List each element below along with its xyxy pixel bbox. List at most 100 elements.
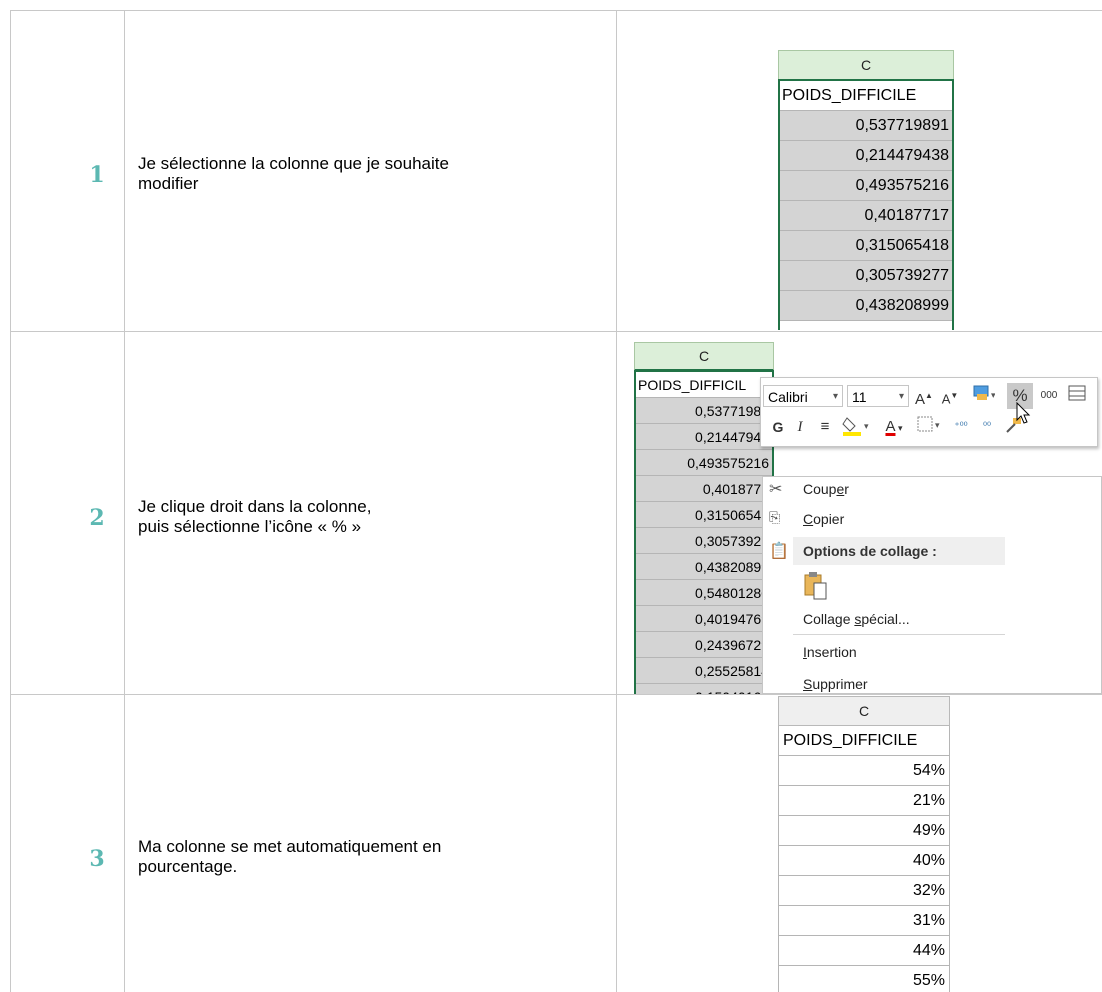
cell[interactable]: 0,214479438 bbox=[778, 141, 954, 171]
step-2-line-2: puis sélectionne l’icône « % » bbox=[138, 517, 362, 536]
cell[interactable]: 21% bbox=[778, 786, 950, 816]
col-divider-1 bbox=[124, 10, 125, 992]
increase-decimal-button[interactable]: ⁺⁰⁰ bbox=[949, 416, 973, 438]
scissors-icon: ✂ bbox=[769, 481, 783, 498]
step-3-line-2: pourcentage. bbox=[138, 857, 238, 876]
step-1-line-1: Je sélectionne la colonne que je souhait… bbox=[138, 154, 449, 173]
font-size-dropdown[interactable]: 11 ▾ bbox=[847, 385, 909, 407]
svg-text:▾: ▾ bbox=[864, 421, 869, 431]
menu-item-paste-special[interactable]: Collage spécial... bbox=[803, 611, 910, 627]
menu-item-cut[interactable]: Couper bbox=[803, 481, 849, 497]
fill-color-icon: ▾ bbox=[842, 417, 869, 436]
accelerator-key: e bbox=[836, 481, 845, 497]
step-2-line-1: Je clique droit dans la colonne, bbox=[138, 497, 372, 516]
cell[interactable]: 49% bbox=[778, 816, 950, 846]
chevron-down-icon: ▾ bbox=[895, 423, 903, 433]
cell[interactable]: 0,305739277 bbox=[778, 261, 954, 291]
cell[interactable]: 0,15040163 bbox=[634, 684, 774, 694]
cell[interactable]: 0,21447943 bbox=[634, 424, 774, 450]
cursor-icon bbox=[1016, 402, 1031, 424]
step-number-3: 3 bbox=[89, 846, 105, 872]
grow-font-icon: A bbox=[915, 391, 926, 408]
copy-icon: ⎘ bbox=[769, 509, 781, 525]
step-description-3: Ma colonne se met automatiquement en pou… bbox=[138, 837, 598, 877]
svg-text:▾: ▾ bbox=[935, 420, 940, 430]
cell-header[interactable]: POIDS_DIFFICILE bbox=[778, 81, 954, 111]
table-border-top bbox=[10, 10, 1102, 11]
font-name-dropdown[interactable]: Calibri ▾ bbox=[763, 385, 843, 407]
accelerator-key: s bbox=[854, 611, 862, 627]
bold-button[interactable]: G bbox=[769, 416, 787, 438]
clipboard-icon: 📋 bbox=[769, 543, 789, 560]
step-number-2: 2 bbox=[89, 505, 105, 531]
mini-toolbar: Calibri ▾ 11 ▾ A▲ A▼ ▾ % 000 G I ≡ ▾ A ▾… bbox=[760, 377, 1098, 447]
chevron-down-icon: ▾ bbox=[832, 391, 838, 402]
cell[interactable]: 0,493575216 bbox=[778, 171, 954, 201]
table-icon bbox=[1068, 385, 1086, 401]
cell-header[interactable]: POIDS_DIFFICILE bbox=[778, 726, 950, 756]
cell[interactable]: 54% bbox=[778, 756, 950, 786]
cell[interactable]: 0,40194769 bbox=[634, 606, 774, 632]
increase-decimal-icon: ⁺⁰⁰ bbox=[954, 421, 968, 432]
column-header-c[interactable]: C bbox=[778, 50, 954, 81]
excel-column-selected: C POIDS_DIFFICILE 0,537719891 0,21447943… bbox=[778, 50, 954, 330]
cell[interactable]: 0,31506541 bbox=[634, 502, 774, 528]
cell[interactable]: 0,315065418 bbox=[778, 231, 954, 261]
thousands-separator-button[interactable]: 000 bbox=[1037, 385, 1061, 407]
row-divider-1 bbox=[10, 331, 1102, 332]
font-color-icon: A bbox=[885, 418, 896, 435]
align-center-button[interactable]: ≡ bbox=[815, 416, 835, 438]
shrink-font-button[interactable]: A▼ bbox=[941, 385, 959, 410]
paste-icon bbox=[804, 572, 827, 600]
decrease-decimal-button[interactable]: ⁰⁰ bbox=[975, 416, 999, 438]
accelerator-key: I bbox=[803, 644, 807, 660]
cell[interactable]: 0,54801280 bbox=[634, 580, 774, 606]
font-color-button[interactable]: A ▾ bbox=[877, 416, 911, 439]
excel-column-rightclick: C POIDS_DIFFICIL 0,53771989 0,21447943 0… bbox=[634, 342, 774, 694]
cell[interactable]: 0,30573927 bbox=[634, 528, 774, 554]
cell-style-button[interactable]: ▾ bbox=[967, 385, 1001, 408]
cell[interactable]: 0,40187717 bbox=[778, 201, 954, 231]
column-header-c[interactable]: C bbox=[778, 696, 950, 726]
step-number-1: 1 bbox=[89, 162, 105, 188]
cell[interactable]: 0,25525814 bbox=[634, 658, 774, 684]
step-description-1: Je sélectionne la colonne que je souhait… bbox=[138, 154, 598, 194]
menu-item-insert[interactable]: Insertion bbox=[803, 644, 857, 660]
cell[interactable]: 0,43820899 bbox=[634, 554, 774, 580]
paste-button[interactable] bbox=[803, 571, 831, 601]
cell-style-icon: ▾ bbox=[973, 385, 996, 400]
accelerator-key: S bbox=[803, 676, 813, 692]
cell[interactable]: 0,53771989 bbox=[634, 398, 774, 424]
cell-header[interactable]: POIDS_DIFFICIL bbox=[634, 372, 774, 398]
cell[interactable]: 0,438208999 bbox=[778, 291, 954, 321]
cell[interactable]: 40% bbox=[778, 846, 950, 876]
chevron-down-icon: ▾ bbox=[898, 391, 904, 402]
grow-font-button[interactable]: A▲ bbox=[915, 385, 933, 411]
font-size-value: 11 bbox=[852, 389, 867, 405]
cell[interactable]: 0,537719891 bbox=[778, 111, 954, 141]
cell[interactable]: 0,493575216 bbox=[634, 450, 774, 476]
borders-icon: ▾ bbox=[917, 416, 940, 432]
step-3-line-1: Ma colonne se met automatiquement en bbox=[138, 837, 442, 856]
menu-item-copy[interactable]: Copier bbox=[803, 511, 844, 527]
cell[interactable]: 32% bbox=[778, 876, 950, 906]
cell[interactable]: 0,4018771 bbox=[634, 476, 774, 502]
col-divider-0 bbox=[10, 10, 11, 992]
format-table-button[interactable] bbox=[1065, 385, 1089, 408]
fill-color-button[interactable]: ▾ bbox=[839, 416, 873, 443]
cell[interactable]: 44% bbox=[778, 936, 950, 966]
decrease-decimal-icon: ⁰⁰ bbox=[982, 421, 992, 432]
column-header-c[interactable]: C bbox=[634, 342, 774, 371]
borders-button[interactable]: ▾ bbox=[915, 416, 945, 439]
svg-text:▾: ▾ bbox=[991, 390, 995, 400]
row-divider-2 bbox=[10, 694, 1102, 695]
cell[interactable]: 0,24396729 bbox=[634, 632, 774, 658]
paste-options-header: Options de collage : bbox=[793, 537, 1005, 565]
context-menu: ✂ Couper ⎘ Copier 📋 Options de collage :… bbox=[762, 476, 1102, 694]
align-center-icon: ≡ bbox=[820, 418, 830, 435]
cell[interactable]: 55% bbox=[778, 966, 950, 992]
menu-item-delete[interactable]: Supprimer bbox=[803, 676, 868, 692]
italic-button[interactable]: I bbox=[791, 416, 809, 438]
menu-separator bbox=[793, 634, 1005, 635]
cell[interactable]: 31% bbox=[778, 906, 950, 936]
